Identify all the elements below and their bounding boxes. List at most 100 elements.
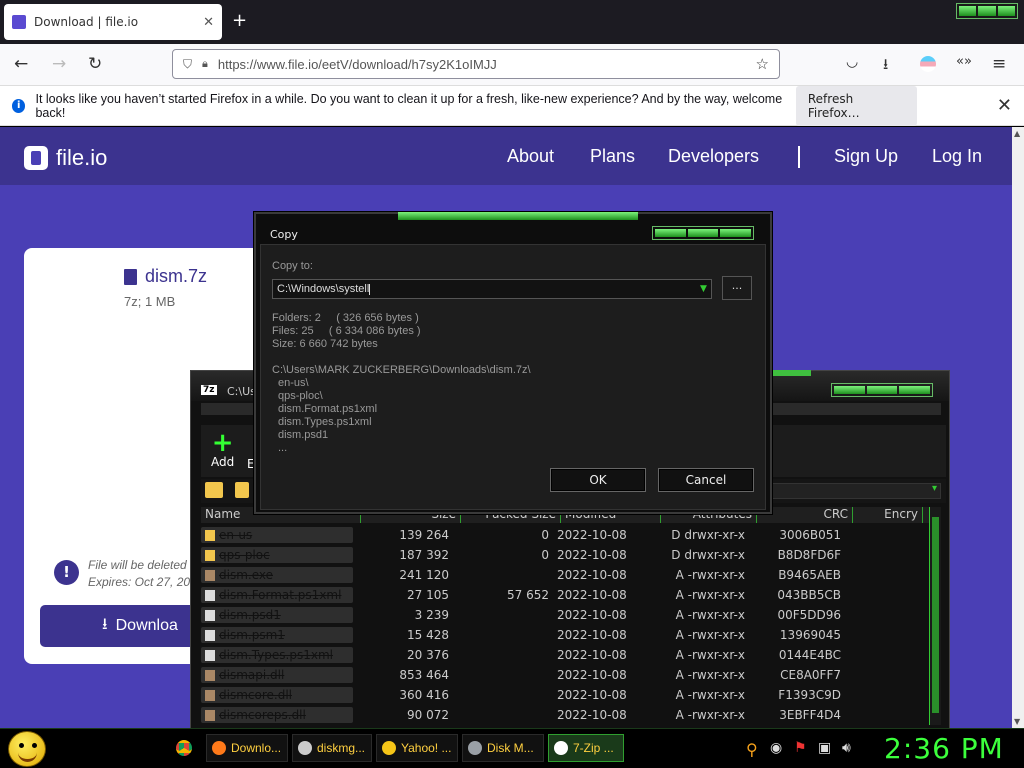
menu-icon[interactable]: ≡ xyxy=(992,54,1006,74)
copy-to-path-input[interactable]: C:\Windows\systell xyxy=(272,279,712,299)
notification-close-icon[interactable]: ✕ xyxy=(997,95,1012,116)
table-row[interactable]: dismcore.dll 360 416 2022-10-08 A -rwxr-xr-… xyxy=(201,685,931,705)
file-name-cell[interactable]: dism.Format.ps1xml xyxy=(201,587,353,603)
file-name-cell[interactable]: en-us xyxy=(201,527,353,543)
volume-icon[interactable]: 🔊︎ xyxy=(842,740,851,756)
table-row[interactable]: dism.exe 241 120 2022-10-08 A -rwxr-xr-x B94… xyxy=(201,565,931,585)
file-name-cell[interactable]: dismcoreps.dll xyxy=(201,707,353,723)
window-controls[interactable] xyxy=(956,3,1018,19)
table-row[interactable]: en-us 139 264 0 2022-10-08 D drwxr-xr-x 3006B… xyxy=(201,525,931,545)
size-cell: 20 376 xyxy=(407,648,449,662)
exe-icon xyxy=(205,689,215,701)
chevron-down-icon[interactable]: ▼ xyxy=(696,280,711,298)
address-bar[interactable]: ⛉ 🔒︎ https://www.file.io/eetV/download/h… xyxy=(172,49,780,79)
expire-date: Expires: Oct 27, 20 xyxy=(88,575,191,589)
url-text[interactable]: https://www.file.io/eetV/download/h7sy2K… xyxy=(218,57,746,72)
folder-up-icon[interactable] xyxy=(205,482,223,498)
browser-tab[interactable]: Download | file.io ✕ xyxy=(4,4,222,40)
table-row[interactable]: dism.Types.ps1xml 20 376 2022-10-08 A -rwxr… xyxy=(201,645,931,665)
file-name-cell[interactable]: dism.psd1 xyxy=(201,607,353,623)
refresh-firefox-button[interactable]: Refresh Firefox… xyxy=(795,85,917,126)
table-row[interactable]: dismcoreps.dll 90 072 2022-10-08 A -rwxr-xr… xyxy=(201,705,931,725)
tab-close-icon[interactable]: ✕ xyxy=(203,15,214,30)
table-row[interactable]: dism.psm1 15 428 2022-10-08 A -rwxr-xr-x 139… xyxy=(201,625,931,645)
modified-cell: 2022-10-08 xyxy=(557,548,627,562)
folder-icon[interactable] xyxy=(235,482,249,498)
taskbar-item-disk-manager[interactable]: Disk M... xyxy=(462,734,544,762)
taskbar-item-label: 7-Zip ... xyxy=(573,741,614,755)
file-name-cell[interactable]: qps-ploc xyxy=(201,547,353,563)
folders-summary: Folders: 2 ( 326 656 bytes ) xyxy=(272,312,419,324)
item-list-entry: dism.Types.ps1xml xyxy=(278,416,372,428)
file-icon xyxy=(205,649,215,661)
table-row[interactable]: dism.psd1 3 239 2022-10-08 A -rwxr-xr-x 00F5… xyxy=(201,605,931,625)
info-icon: i xyxy=(12,98,26,113)
file-name-text: dism.7z xyxy=(145,266,208,286)
add-button[interactable]: + Add xyxy=(211,430,234,469)
file-name-cell[interactable]: dism.Types.ps1xml xyxy=(201,647,353,663)
7zip-path-dropdown[interactable] xyxy=(771,483,941,499)
crc-cell: 043BB5CB xyxy=(777,588,841,602)
copy-dialog[interactable]: Copy Copy to: C:\Windows\systell ▼ ... F… xyxy=(254,212,772,514)
search-icon[interactable]: ⚲ xyxy=(746,740,758,759)
item-list-entry: dism.Format.ps1xml xyxy=(278,403,378,415)
nav-log-in[interactable]: Log In xyxy=(932,146,982,167)
download-label: Downloa xyxy=(115,617,178,634)
reload-icon[interactable]: ↻ xyxy=(88,54,102,74)
chrome-icon[interactable] xyxy=(176,740,192,756)
7zip-icon: 7z xyxy=(201,385,217,395)
taskbar-item-7zip[interactable]: 7-Zip ... xyxy=(548,734,624,762)
taskbar-item-disk[interactable]: diskmg... xyxy=(292,734,372,762)
taskbar-item-firefox[interactable]: Downlo... xyxy=(206,734,288,762)
bookmark-star-icon[interactable]: ☆ xyxy=(756,55,769,73)
nav-developers[interactable]: Developers xyxy=(668,146,759,167)
taskbar-item-yahoo[interactable]: Yahoo! ... xyxy=(376,734,458,762)
file-name-cell[interactable]: dism.psm1 xyxy=(201,627,353,643)
shield-icon[interactable]: ⛉ xyxy=(183,57,192,72)
dialog-window-controls[interactable] xyxy=(652,226,754,240)
action-center-flag-icon[interactable]: ⚑ xyxy=(794,740,807,756)
new-tab-button[interactable]: + xyxy=(232,10,247,31)
messenger-icon[interactable]: ◉ xyxy=(770,740,782,756)
minimize-button[interactable] xyxy=(959,6,977,16)
taskbar-item-label: Disk M... xyxy=(487,741,534,755)
extensions-icon[interactable]: «» xyxy=(956,54,972,69)
start-smiley-icon[interactable] xyxy=(8,731,46,767)
nav-about[interactable]: About xyxy=(507,146,554,167)
nav-sign-up[interactable]: Sign Up xyxy=(834,146,898,167)
browse-button[interactable]: ... xyxy=(722,276,752,300)
attributes-cell: A -rwxr-xr-x xyxy=(675,588,745,602)
account-avatar-icon[interactable] xyxy=(920,56,936,72)
file-name-cell[interactable]: dismcore.dll xyxy=(201,687,353,703)
network-icon[interactable]: ▣ xyxy=(818,740,831,756)
copy-to-path-value: C:\Windows\systell xyxy=(277,283,370,295)
file-name-cell[interactable]: dismapi.dll xyxy=(201,667,353,683)
file-name-cell[interactable]: dism.exe xyxy=(201,567,353,583)
file-list-scrollbar[interactable] xyxy=(929,507,941,725)
site-logo[interactable]: file.io xyxy=(24,145,107,171)
table-row[interactable]: qps-ploc 187 392 0 2022-10-08 D drwxr-xr-x B8… xyxy=(201,545,931,565)
text-cursor xyxy=(369,283,371,295)
ok-button[interactable]: OK xyxy=(550,468,646,492)
downloads-icon[interactable]: ⭳ xyxy=(883,54,888,79)
taskbar-clock[interactable]: 2:36 PM xyxy=(884,732,1004,765)
modified-cell: 2022-10-08 xyxy=(557,568,627,582)
table-row[interactable]: dism.Format.ps1xml 27 105 57 652 2022-10-08… xyxy=(201,585,931,605)
table-row[interactable]: dismapi.dll 853 464 2022-10-08 A -rwxr-xr-x… xyxy=(201,665,931,685)
modified-cell: 2022-10-08 xyxy=(557,708,627,722)
7zip-window-controls[interactable] xyxy=(831,383,933,397)
attributes-cell: A -rwxr-xr-x xyxy=(675,608,745,622)
size-cell: 15 428 xyxy=(407,628,449,642)
page-scrollbar[interactable]: ▲ ▼ xyxy=(1012,127,1024,728)
close-window-button[interactable] xyxy=(997,6,1015,16)
lock-icon[interactable]: 🔒︎ xyxy=(202,57,208,71)
crc-cell: 3006B051 xyxy=(779,528,841,542)
size-cell: 139 264 xyxy=(399,528,449,542)
forward-arrow-icon[interactable]: → xyxy=(52,54,66,74)
col-encrypted[interactable]: Encry xyxy=(853,507,923,523)
nav-plans[interactable]: Plans xyxy=(590,146,635,167)
pocket-icon[interactable]: ◡ xyxy=(846,54,858,70)
back-arrow-icon[interactable]: ← xyxy=(14,54,28,74)
cancel-button[interactable]: Cancel xyxy=(658,468,754,492)
maximize-button[interactable] xyxy=(978,6,996,16)
